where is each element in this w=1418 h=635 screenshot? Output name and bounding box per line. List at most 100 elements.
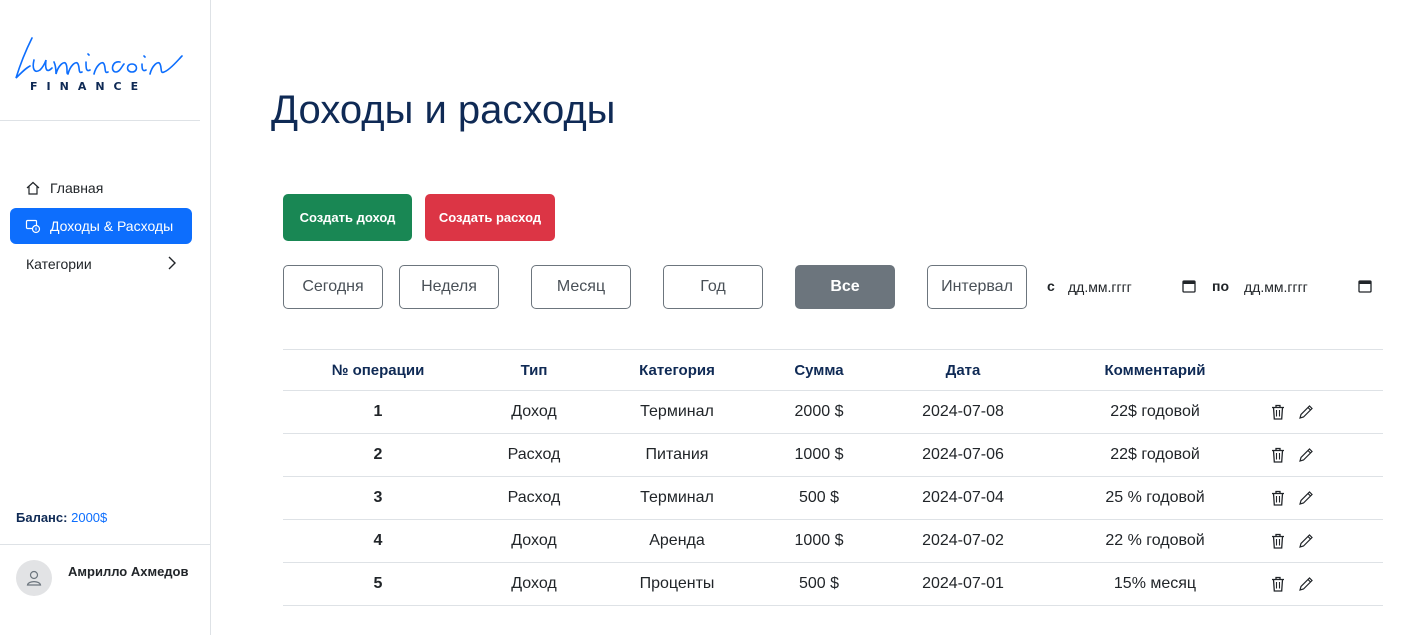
date-from-label: с [1047,278,1055,294]
cell-actions [1263,433,1383,477]
trash-icon[interactable] [1269,532,1287,550]
cell-amount: 500 $ [759,562,879,606]
balance: Баланс: 2000$ [16,510,107,525]
table-body: 1 Доход Терминал 2000 $2024-07-08 22$ годово… [283,390,1383,606]
create-income-button[interactable]: Создать доход [283,194,412,241]
cell-comment: 15% месяц [1047,562,1263,606]
table-row: 3 Расход Терминал 500 $2024-07-04 25 % годов… [283,476,1383,520]
header-amount: Сумма [759,349,879,391]
cell-category: Аренда [595,519,759,563]
cell-date: 2024-07-08 [879,390,1047,434]
row-actions [1263,489,1383,507]
cell-amount: 500 $ [759,476,879,520]
table-row: 5 Доход Проценты 500 $2024-07-01 15% месяц [283,562,1383,606]
create-expense-button[interactable]: Создать расход [425,194,555,241]
cell-category: Проценты [595,562,759,606]
page-title: Доходы и расходы [271,88,616,132]
cell-type: Доход [473,562,595,606]
cell-amount: 1000 $ [759,519,879,563]
table-row: 4 Доход Аренда 1000 $2024-07-02 22 % годовой [283,519,1383,563]
user-profile[interactable]: Амрилло Ахмедов [16,560,189,596]
sidebar-item-income-expense[interactable]: Доходы & Расходы [10,208,192,244]
filter-today[interactable]: Сегодня [283,265,383,309]
header-comment: Комментарий [1047,349,1263,391]
filter-year[interactable]: Год [663,265,763,309]
sidebar-item-categories[interactable]: Категории [10,246,192,282]
sidebar-divider [0,120,200,121]
cell-date: 2024-07-06 [879,433,1047,477]
cell-actions [1263,390,1383,434]
pencil-icon[interactable] [1297,575,1315,593]
sidebar-item-label: Главная [50,180,104,196]
filter-week[interactable]: Неделя [399,265,499,309]
date-to-label: по [1212,278,1230,294]
calendar-icon[interactable] [1182,279,1196,296]
sidebar-item-home[interactable]: Главная [10,170,192,206]
header-category: Категория [595,349,759,391]
filter-interval[interactable]: Интервал [927,265,1027,309]
cell-actions [1263,476,1383,520]
header-number: № операции [283,349,473,391]
filter-all[interactable]: Все [795,265,895,309]
header-date: Дата [879,349,1047,391]
cell-category: Терминал [595,390,759,434]
date-to-input[interactable]: дд.мм.гггг [1240,270,1376,304]
cell-date: 2024-07-02 [879,519,1047,563]
user-name: Амрилло Ахмедов [68,564,189,579]
cell-type: Доход [473,390,595,434]
row-actions [1263,532,1383,550]
user-icon [26,570,42,586]
operations-table: № операции Тип Категория Сумма Дата Комм… [283,349,1383,606]
trash-icon[interactable] [1269,403,1287,421]
cell-number: 2 [283,433,473,477]
sidebar: FINANCE Главная Доходы & Расходы Категор… [0,0,211,635]
calendar-icon[interactable] [1358,279,1372,296]
cell-comment: 25 % годовой [1047,476,1263,520]
sidebar-item-label: Категории [26,256,92,272]
cell-number: 3 [283,476,473,520]
sidebar-bottom-divider [0,544,211,545]
cell-type: Доход [473,519,595,563]
trash-icon[interactable] [1269,575,1287,593]
filter-month[interactable]: Месяц [531,265,631,309]
pencil-icon[interactable] [1297,403,1315,421]
home-icon [24,179,42,197]
row-actions [1263,403,1383,421]
row-actions [1263,446,1383,464]
header-actions [1263,349,1383,391]
trash-icon[interactable] [1269,489,1287,507]
cell-comment: 22$ годовой [1047,433,1263,477]
cell-type: Расход [473,476,595,520]
cell-category: Питания [595,433,759,477]
cell-number: 4 [283,519,473,563]
cell-amount: 2000 $ [759,390,879,434]
header-type: Тип [473,349,595,391]
pencil-icon[interactable] [1297,532,1315,550]
balance-label: Баланс: [16,510,68,525]
table-header-row: № операции Тип Категория Сумма Дата Комм… [283,349,1383,391]
sidebar-nav: Главная Доходы & Расходы Категории [10,170,192,284]
cell-comment: 22 % годовой [1047,519,1263,563]
cell-actions [1263,519,1383,563]
row-actions [1263,575,1383,593]
cell-comment: 22$ годовой [1047,390,1263,434]
brand-subtitle: FINANCE [30,80,148,93]
balance-value: 2000$ [71,510,108,525]
chevron-right-icon [166,256,178,273]
wallet-icon [24,217,42,235]
cell-date: 2024-07-04 [879,476,1047,520]
pencil-icon[interactable] [1297,446,1315,464]
date-from-input[interactable]: дд.мм.гггг [1064,270,1200,304]
cell-number: 5 [283,562,473,606]
trash-icon[interactable] [1269,446,1287,464]
cell-actions [1263,562,1383,606]
date-to-placeholder: дд.мм.гггг [1244,279,1308,295]
cell-date: 2024-07-01 [879,562,1047,606]
cell-category: Терминал [595,476,759,520]
pencil-icon[interactable] [1297,489,1315,507]
table-row: 1 Доход Терминал 2000 $2024-07-08 22$ годово… [283,390,1383,434]
table-row: 2 Расход Питания 1000 $2024-07-06 22$ годово… [283,433,1383,477]
cell-amount: 1000 $ [759,433,879,477]
avatar [16,560,52,596]
cell-type: Расход [473,433,595,477]
